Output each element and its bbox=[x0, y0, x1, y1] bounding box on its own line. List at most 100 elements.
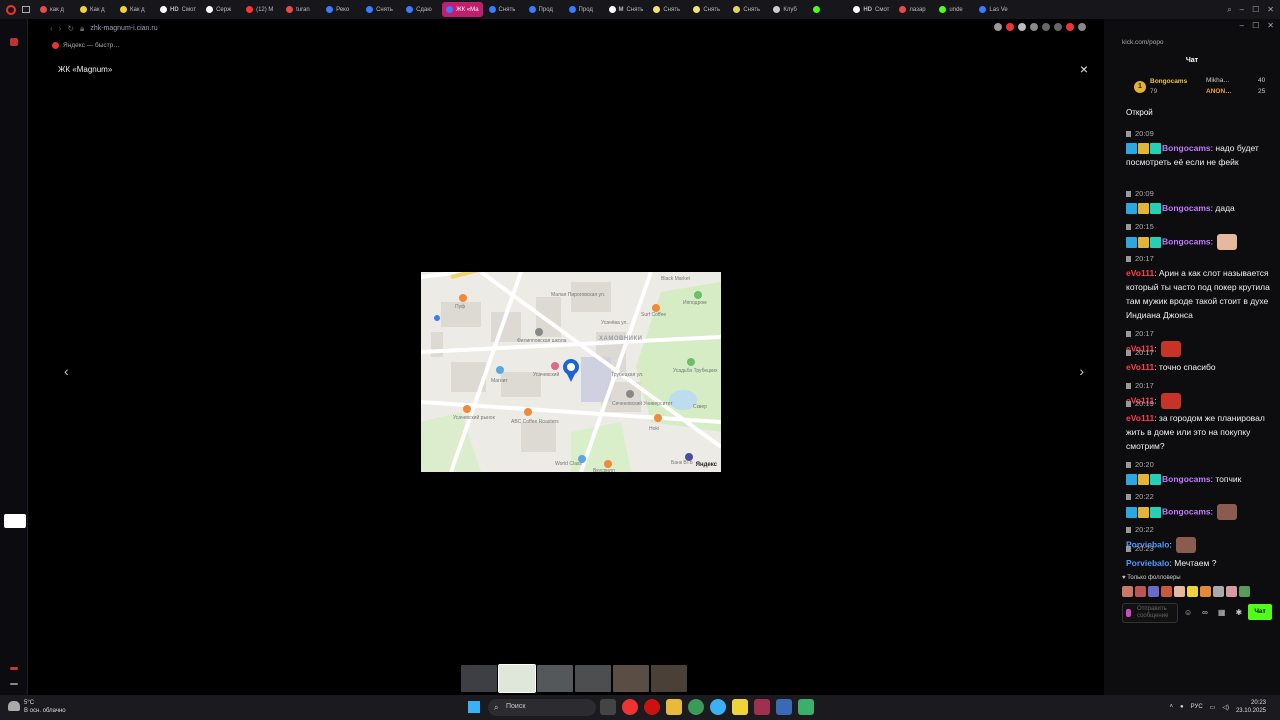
chat-message[interactable]: 20:17 eVo111: точно спасибо bbox=[1126, 346, 1270, 374]
chat-message[interactable]: 20:15 Bongocams: bbox=[1126, 220, 1270, 250]
chat-username[interactable]: Bongocams bbox=[1162, 236, 1211, 246]
browser-tab[interactable]: Снять bbox=[689, 2, 727, 17]
emoji-icon[interactable]: ☺ bbox=[1184, 608, 1192, 617]
tray-chevron-icon[interactable]: ˄ bbox=[1170, 704, 1174, 710]
taskbar-search[interactable]: ⌕ Поиск bbox=[488, 699, 596, 716]
gallery-thumbnail[interactable] bbox=[537, 665, 573, 692]
extension-icon[interactable] bbox=[1018, 23, 1026, 31]
extension-icon[interactable] bbox=[1054, 23, 1062, 31]
reload-icon[interactable]: ↻ bbox=[67, 24, 74, 33]
minimize-icon[interactable]: – bbox=[1240, 5, 1244, 14]
opera-logo-icon[interactable] bbox=[6, 4, 16, 15]
hourglass-icon[interactable] bbox=[1126, 546, 1131, 553]
mic-tray-icon[interactable]: ● bbox=[1180, 704, 1184, 710]
close-window-icon[interactable]: ✕ bbox=[1267, 5, 1274, 14]
browser-tab[interactable]: unde bbox=[935, 2, 973, 17]
glasses-icon[interactable]: ∞ bbox=[1202, 608, 1208, 617]
maximize-icon[interactable]: ☐ bbox=[1252, 5, 1259, 14]
browser-tab[interactable]: turan bbox=[282, 2, 320, 17]
hourglass-icon[interactable] bbox=[1126, 462, 1131, 469]
hourglass-icon[interactable] bbox=[1126, 494, 1131, 501]
gallery-thumbnail[interactable] bbox=[613, 665, 649, 692]
emote-icon[interactable] bbox=[1200, 586, 1211, 597]
telegram-icon[interactable] bbox=[710, 699, 726, 715]
chat-message[interactable]: 20:23 Porviebalo: Мечтаем ? bbox=[1126, 542, 1270, 570]
mic-icon[interactable] bbox=[1126, 609, 1131, 617]
browser-tab[interactable]: (12) M bbox=[242, 2, 280, 17]
shield-icon[interactable] bbox=[798, 699, 814, 715]
gallery-thumbnail[interactable] bbox=[575, 665, 611, 692]
network-icon[interactable]: ▭ bbox=[1210, 704, 1216, 711]
location-map[interactable]: Black Market Ипподром Surf Coffee Пуф Филипп… bbox=[421, 272, 721, 472]
chat-message[interactable]: 20:22 Bongocams: bbox=[1126, 490, 1270, 520]
browser-tab[interactable]: Как д bbox=[116, 2, 154, 17]
emote-icon[interactable] bbox=[1148, 586, 1159, 597]
browser-tab[interactable] bbox=[809, 2, 847, 17]
next-arrow-icon[interactable]: › bbox=[1079, 363, 1084, 379]
emote-icon[interactable] bbox=[1213, 586, 1224, 597]
hourglass-icon[interactable] bbox=[1126, 224, 1131, 231]
chat-username[interactable]: Bongocams bbox=[1162, 474, 1211, 484]
chat-message[interactable]: 20:20 Bongocams: топчик bbox=[1126, 458, 1270, 486]
extension-icon[interactable] bbox=[1066, 23, 1074, 31]
chat-username[interactable]: Bongocams bbox=[1162, 506, 1211, 516]
forward-icon[interactable]: › bbox=[59, 24, 62, 33]
browser-tab[interactable]: Клуб bbox=[769, 2, 807, 17]
bookmark-item[interactable]: Яндекс — быстр… bbox=[63, 42, 120, 49]
task-view-icon[interactable] bbox=[600, 699, 616, 715]
sidebar-more-icon[interactable] bbox=[10, 683, 18, 685]
close-icon[interactable]: × bbox=[1080, 61, 1088, 77]
extension-icon[interactable] bbox=[1006, 23, 1014, 31]
settings-gear-icon[interactable]: ✱ bbox=[1235, 608, 1242, 617]
file-explorer-icon[interactable] bbox=[666, 699, 682, 715]
back-icon[interactable]: ‹ bbox=[50, 24, 53, 33]
sidebar-telegram-icon[interactable] bbox=[4, 514, 26, 528]
hourglass-icon[interactable] bbox=[1126, 401, 1131, 408]
emote-icon[interactable] bbox=[1161, 586, 1172, 597]
browser-tab[interactable]: Las Ve bbox=[975, 2, 1013, 17]
emote-icon[interactable] bbox=[1135, 586, 1146, 597]
language-indicator[interactable]: РУС bbox=[1191, 704, 1203, 710]
sticky-notes-icon[interactable] bbox=[732, 699, 748, 715]
browser-tab[interactable]: Реко bbox=[322, 2, 360, 17]
browser-tab[interactable]: Прод bbox=[565, 2, 603, 17]
gallery-thumbnail[interactable] bbox=[461, 665, 497, 692]
app-icon[interactable] bbox=[754, 699, 770, 715]
volume-icon[interactable]: ◁) bbox=[1222, 704, 1229, 711]
gifter-name[interactable]: ANON… bbox=[1206, 88, 1232, 95]
weather-widget[interactable]: 5°C В осн. облачно bbox=[8, 699, 66, 715]
hourglass-icon[interactable] bbox=[1126, 131, 1131, 138]
hourglass-icon[interactable] bbox=[1126, 383, 1131, 390]
browser-tab[interactable]: Сдаю bbox=[402, 2, 440, 17]
tab-menu-icon[interactable] bbox=[22, 6, 30, 13]
chrome-icon[interactable] bbox=[688, 699, 704, 715]
top-gifter-name[interactable]: Bongocams bbox=[1150, 78, 1187, 85]
chat-message[interactable]: 20:09 Bongocams: дада bbox=[1126, 187, 1270, 215]
hourglass-icon[interactable] bbox=[1126, 191, 1131, 198]
chat-message[interactable]: 20:17 eVo111: Арин а как слот называется … bbox=[1126, 252, 1270, 322]
chat-url[interactable]: kick.com/popo bbox=[1122, 39, 1164, 46]
chat-username[interactable]: Bongocams bbox=[1162, 203, 1211, 213]
chat-username[interactable]: eVo111 bbox=[1126, 268, 1154, 278]
download-icon[interactable] bbox=[1078, 23, 1086, 31]
restore-icon[interactable]: ☐ bbox=[1252, 21, 1259, 30]
emote-icon[interactable] bbox=[1226, 586, 1237, 597]
sidebar-menu-icon[interactable] bbox=[10, 667, 18, 670]
browser-tab[interactable]: HD Смот bbox=[849, 2, 893, 17]
windows-start-icon[interactable] bbox=[468, 701, 480, 713]
browser-tab[interactable]: Серж bbox=[202, 2, 240, 17]
hourglass-icon[interactable] bbox=[1126, 350, 1131, 357]
gallery-thumbnail[interactable] bbox=[498, 664, 536, 693]
send-chat-button[interactable]: Чат bbox=[1248, 604, 1272, 620]
browser-tab[interactable]: Снять bbox=[649, 2, 687, 17]
extension-icon[interactable] bbox=[1042, 23, 1050, 31]
browser-tab[interactable]: HD Смот bbox=[156, 2, 200, 17]
hourglass-icon[interactable] bbox=[1126, 527, 1131, 534]
hourglass-icon[interactable] bbox=[1126, 256, 1131, 263]
chat-message[interactable]: 20:09 Bongocams: надо будет посмотреть её… bbox=[1126, 127, 1270, 169]
extension-icon[interactable] bbox=[1030, 23, 1038, 31]
browser-tab[interactable]: Прод bbox=[525, 2, 563, 17]
opera-icon[interactable] bbox=[644, 699, 660, 715]
browser-tab[interactable]: Как д bbox=[76, 2, 114, 17]
app-icon[interactable] bbox=[776, 699, 792, 715]
